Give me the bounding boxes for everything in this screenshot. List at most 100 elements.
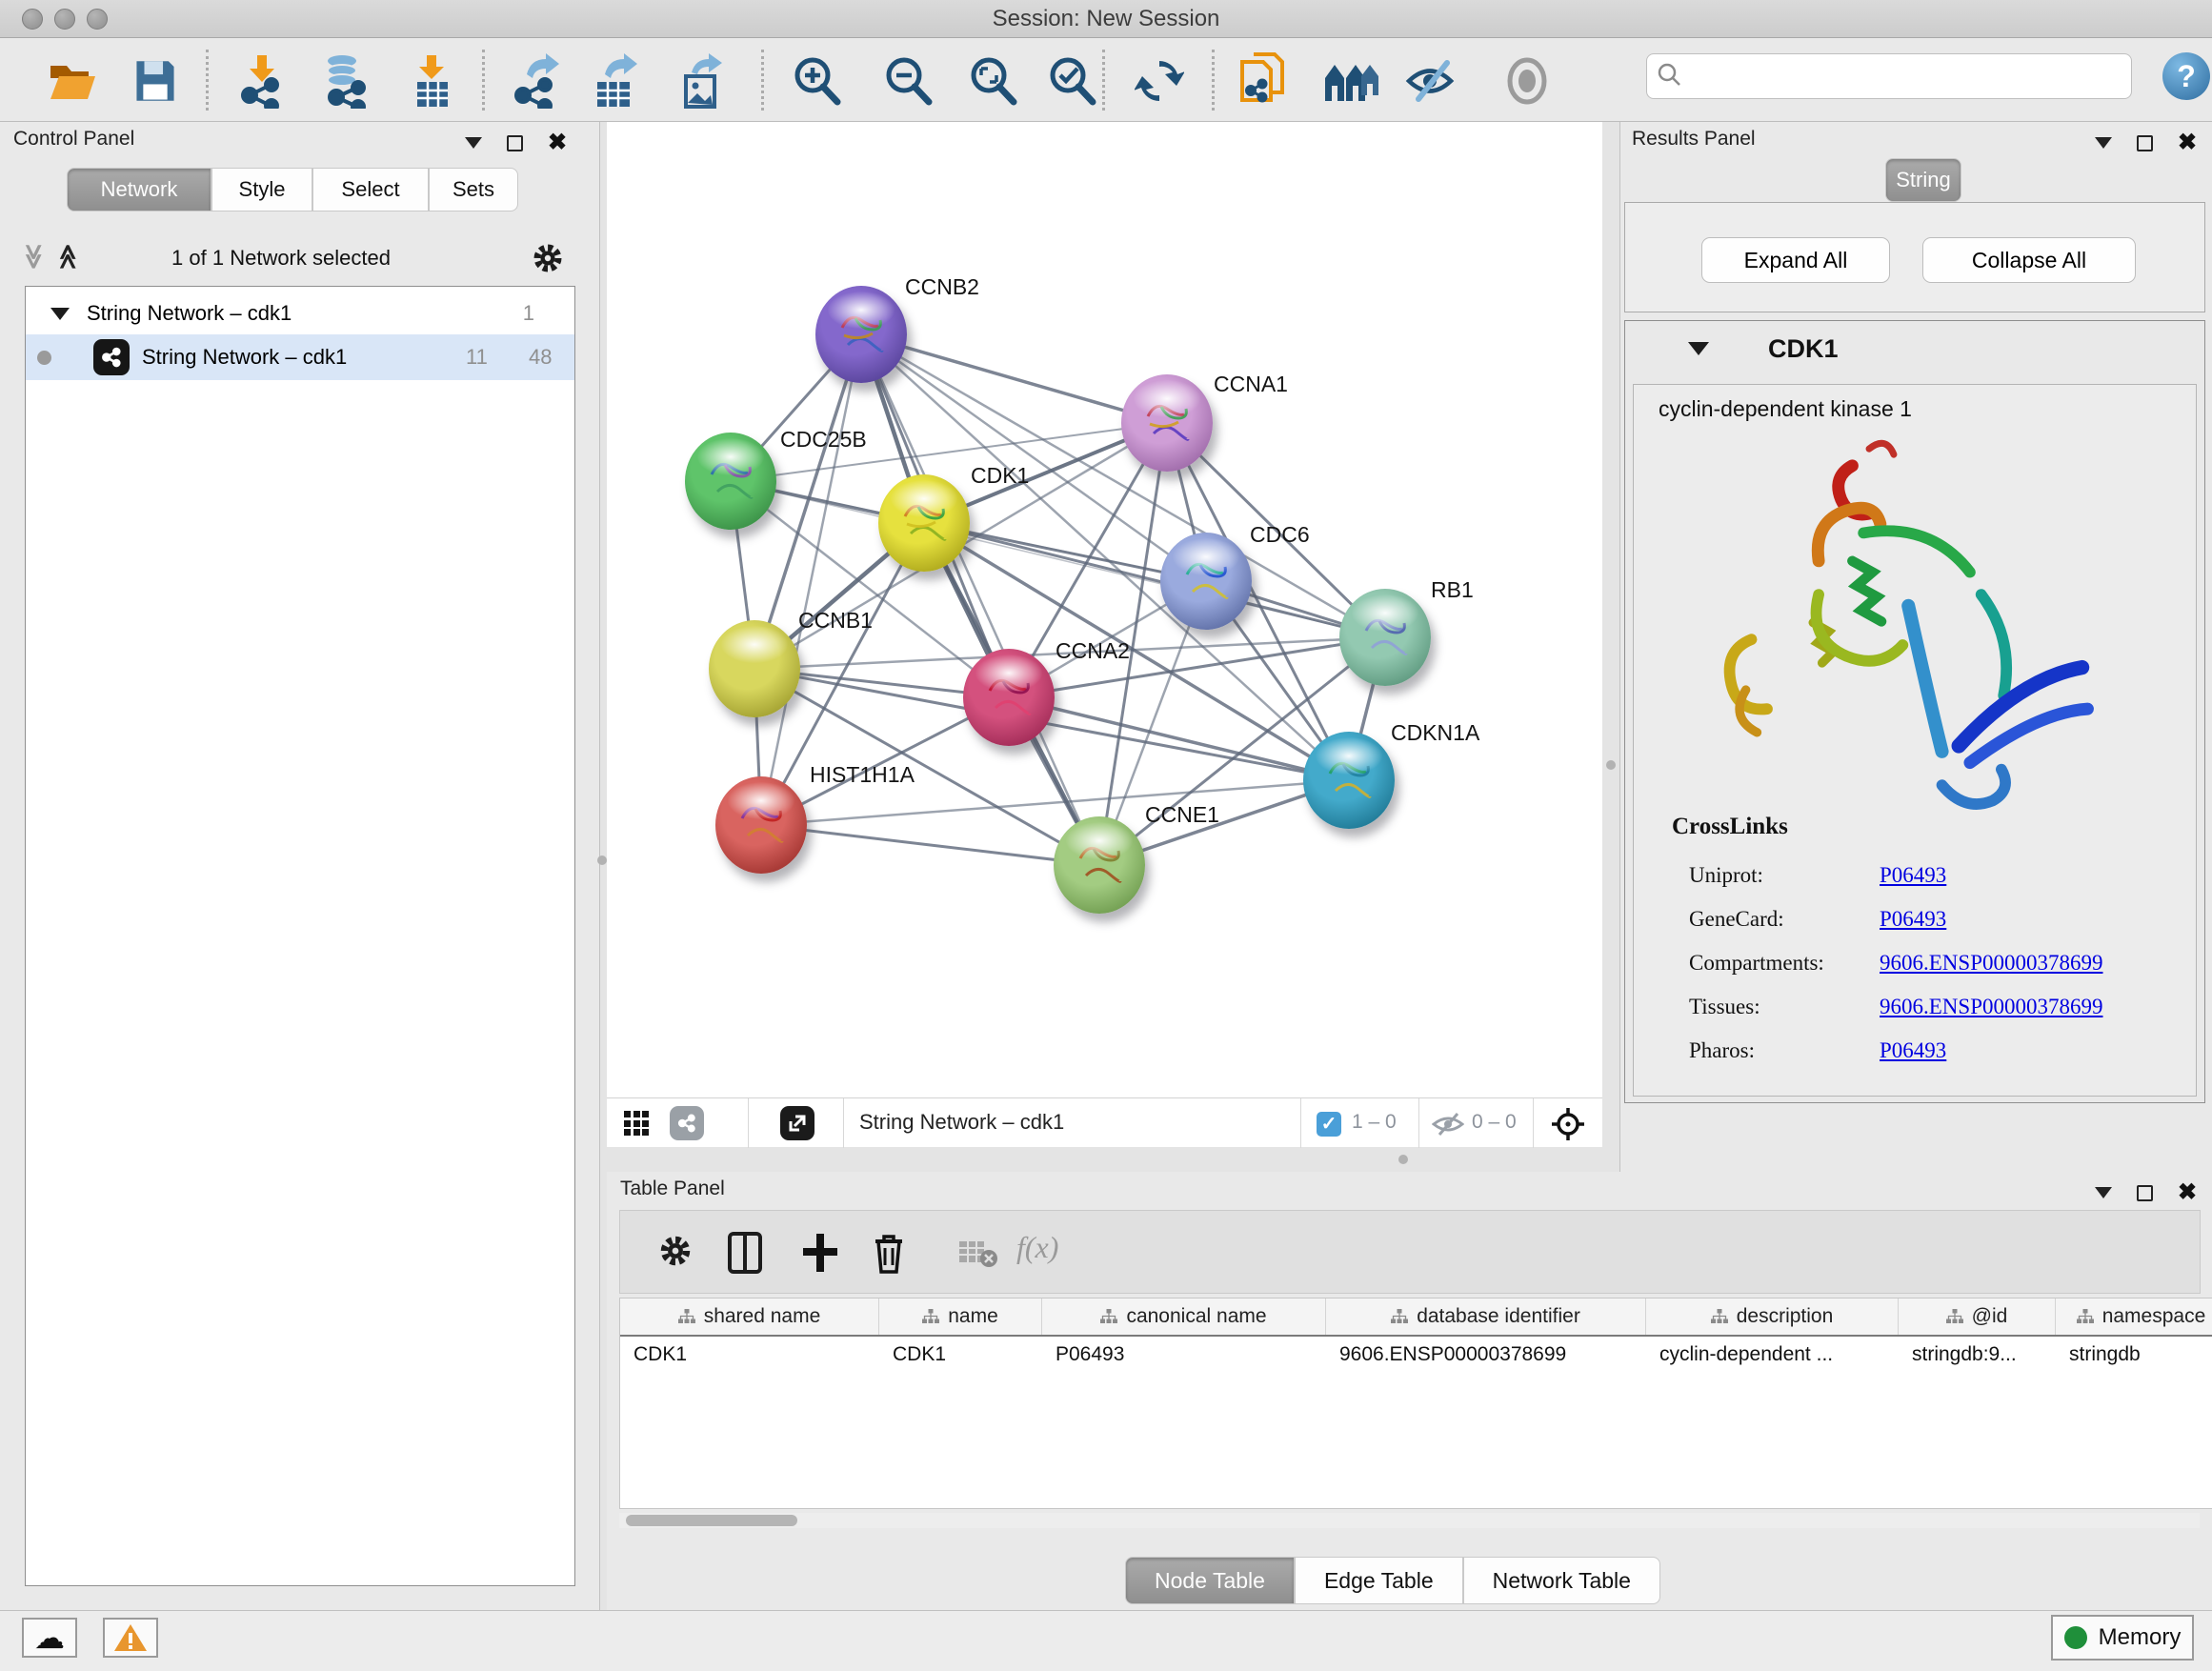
birds-eye-view-icon[interactable] <box>624 1111 651 1136</box>
network-node-ccna2[interactable] <box>963 649 1055 746</box>
selected-checkbox-icon[interactable]: ✓ <box>1317 1112 1341 1137</box>
right-splitter-handle[interactable] <box>1606 760 1616 770</box>
import-network-from-database-icon[interactable] <box>316 51 375 111</box>
show-graphics-details-icon[interactable] <box>1498 51 1557 111</box>
column-header-shared-name[interactable]: shared name <box>620 1299 879 1335</box>
network-row-selected[interactable]: String Network – cdk1 11 48 <box>26 334 574 380</box>
table-cell[interactable]: CDK1 <box>620 1337 879 1375</box>
search-icon <box>1657 62 1681 91</box>
tab-edge-table[interactable]: Edge Table <box>1295 1557 1463 1604</box>
panel-float-icon[interactable] <box>507 135 523 151</box>
control-panel: Control Panel ✖ NetworkStyleSelectSets ≫… <box>0 122 600 1610</box>
save-session-icon[interactable] <box>126 51 185 111</box>
table-options-gear-icon[interactable] <box>656 1232 694 1275</box>
gene-section-header[interactable]: CDK1 <box>1625 321 2204 380</box>
bottom-splitter-handle[interactable] <box>1398 1155 1408 1164</box>
network-node-cdc6[interactable] <box>1160 533 1252 630</box>
tab-node-table[interactable]: Node Table <box>1125 1557 1295 1604</box>
tab-network[interactable]: Network <box>67 168 211 211</box>
column-header-namespace[interactable]: namespace <box>2056 1299 2212 1335</box>
import-network-icon[interactable] <box>232 51 292 111</box>
zoom-fit-icon[interactable] <box>963 51 1022 111</box>
panel-menu-icon[interactable] <box>2095 1187 2112 1198</box>
network-options-gear-icon[interactable] <box>530 240 566 281</box>
panel-float-icon[interactable] <box>2137 135 2153 151</box>
column-header-name[interactable]: name <box>879 1299 1042 1335</box>
panel-close-icon[interactable]: ✖ <box>2178 1181 2197 1204</box>
warnings-button[interactable] <box>103 1618 158 1658</box>
crosshair-icon[interactable] <box>1550 1106 1586 1147</box>
crosslink-link[interactable]: P06493 <box>1880 1038 1946 1062</box>
duplicate-network-icon[interactable] <box>1235 51 1294 111</box>
open-session-icon[interactable] <box>43 51 102 111</box>
table-cell[interactable]: P06493 <box>1042 1337 1326 1375</box>
network-node-rb1[interactable] <box>1339 589 1431 686</box>
network-node-cdkn1a[interactable] <box>1303 732 1395 829</box>
export-image-icon[interactable] <box>673 51 732 111</box>
panel-close-icon[interactable]: ✖ <box>2178 131 2197 154</box>
table-cell[interactable]: stringdb <box>2056 1337 2212 1375</box>
memory-button[interactable]: Memory <box>2051 1615 2194 1661</box>
tree-expand-icon[interactable] <box>50 308 70 320</box>
network-node-ccne1[interactable] <box>1054 816 1145 914</box>
first-neighbors-icon[interactable] <box>1322 51 1381 111</box>
export-network-icon[interactable] <box>507 51 566 111</box>
crosslink-link[interactable]: P06493 <box>1880 907 1946 931</box>
zoom-in-icon[interactable] <box>787 51 846 111</box>
create-column-icon[interactable] <box>801 1232 839 1278</box>
open-in-browser-icon[interactable] <box>780 1106 814 1140</box>
column-header-canonical-name[interactable]: canonical name <box>1042 1299 1326 1335</box>
collapse-all-networks-icon[interactable]: ≫ <box>19 244 49 270</box>
search-input[interactable] <box>1691 57 2131 95</box>
control-panel-tabs: NetworkStyleSelectSets <box>67 168 518 211</box>
panel-menu-icon[interactable] <box>465 137 482 149</box>
column-header--id[interactable]: @id <box>1899 1299 2056 1335</box>
network-node-cdk1[interactable] <box>878 474 970 572</box>
cloud-button[interactable]: ☁ <box>22 1618 77 1658</box>
left-splitter-handle[interactable] <box>597 856 607 865</box>
tab-select[interactable]: Select <box>312 168 429 211</box>
zoom-selected-icon[interactable] <box>1042 51 1101 111</box>
table-panel: Table Panel ✖ f(x) shared namenamecanoni… <box>607 1172 2212 1610</box>
scrollbar-thumb[interactable] <box>626 1515 797 1526</box>
expand-all-networks-icon[interactable]: ≪ <box>53 244 83 270</box>
crosslink-link[interactable]: 9606.ENSP00000378699 <box>1880 951 2103 975</box>
crosslink-link[interactable]: 9606.ENSP00000378699 <box>1880 995 2103 1018</box>
crosslink-link[interactable]: P06493 <box>1880 863 1946 887</box>
network-node-ccnb1[interactable] <box>709 620 800 717</box>
table-cell[interactable]: CDK1 <box>879 1337 1042 1375</box>
network-node-ccna1[interactable] <box>1121 374 1213 472</box>
zoom-out-icon[interactable] <box>878 51 937 111</box>
node-table[interactable]: shared namenamecanonical namedatabase id… <box>619 1298 2212 1509</box>
column-header-database-identifier[interactable]: database identifier <box>1326 1299 1646 1335</box>
show-columns-icon[interactable] <box>728 1232 762 1278</box>
apply-layout-icon[interactable] <box>1130 51 1189 111</box>
table-cell[interactable]: stringdb:9... <box>1899 1337 2056 1375</box>
expand-all-button[interactable]: Expand All <box>1701 237 1890 283</box>
table-cell[interactable]: cyclin-dependent ... <box>1646 1337 1899 1375</box>
panel-float-icon[interactable] <box>2137 1185 2153 1201</box>
panel-menu-icon[interactable] <box>2095 137 2112 149</box>
network-node-ccnb2[interactable] <box>815 286 907 383</box>
column-header-description[interactable]: description <box>1646 1299 1899 1335</box>
delete-column-icon[interactable] <box>872 1232 906 1278</box>
collapse-all-button[interactable]: Collapse All <box>1922 237 2136 283</box>
network-collection-row[interactable]: String Network – cdk1 1 <box>26 292 574 334</box>
network-node-hist1h1a[interactable] <box>715 776 807 874</box>
import-table-icon[interactable] <box>402 51 461 111</box>
hide-selected-icon[interactable] <box>1402 51 1461 111</box>
tab-style[interactable]: Style <box>211 168 312 211</box>
table-cell[interactable]: 9606.ENSP00000378699 <box>1326 1337 1646 1375</box>
network-node-cdc25b[interactable] <box>685 433 776 530</box>
table-row[interactable]: CDK1CDK1P064939606.ENSP00000378699cyclin… <box>620 1337 2212 1375</box>
tab-string[interactable]: String <box>1885 158 1961 202</box>
panel-close-icon[interactable]: ✖ <box>548 131 567 154</box>
string-view-icon[interactable] <box>670 1106 704 1140</box>
export-table-icon[interactable] <box>586 51 645 111</box>
help-icon[interactable]: ? <box>2162 52 2210 100</box>
tab-network-table[interactable]: Network Table <box>1463 1557 1660 1604</box>
tab-sets[interactable]: Sets <box>429 168 518 211</box>
network-canvas[interactable]: CCNB2CCNA1CDC25BCDK1CDC6RB1CCNB1CCNA2CDK… <box>607 122 1602 1097</box>
table-horizontal-scrollbar[interactable] <box>619 1513 2200 1528</box>
section-collapse-icon[interactable] <box>1688 342 1709 355</box>
